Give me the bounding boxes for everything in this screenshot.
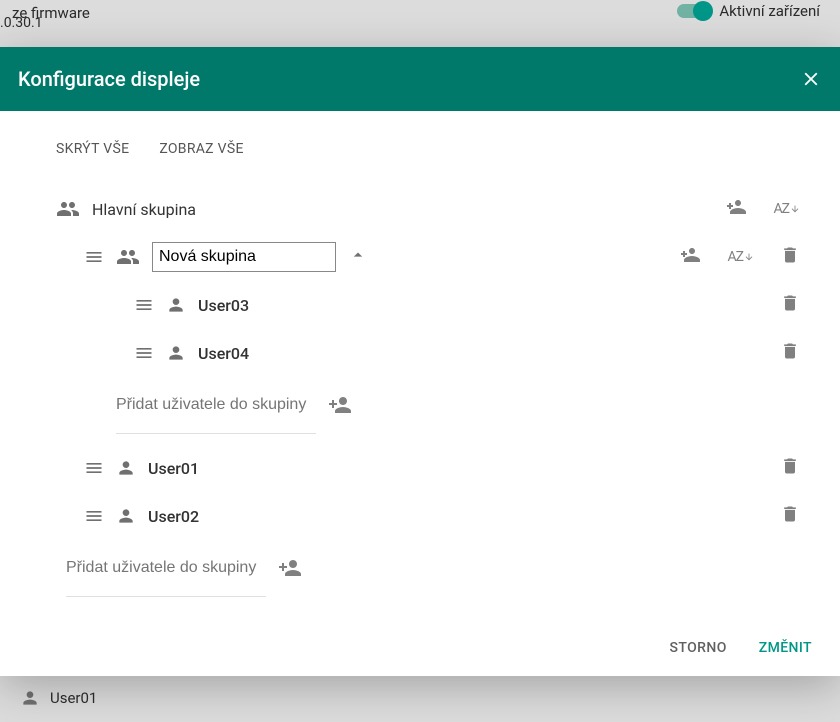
modal-body: SKRÝT VŠE ZOBRAZ VŠE Hlavní skupina AZ <box>0 111 840 620</box>
user-name: User02 <box>148 507 199 526</box>
modal-footer: STORNO ZMĚNIT <box>0 620 840 676</box>
add-subgroup-icon[interactable] <box>677 243 701 271</box>
hide-all-button[interactable]: SKRÝT VŠE <box>56 141 129 157</box>
person-icon <box>20 688 40 708</box>
sort-az-icon[interactable]: AZ <box>773 201 800 217</box>
group-icon <box>116 245 140 269</box>
user-name: User03 <box>198 296 249 315</box>
firmware-version: .0.30.1 <box>0 15 43 31</box>
person-icon <box>116 458 136 478</box>
background-user-row[interactable]: User01 <box>0 674 840 722</box>
person-icon <box>166 343 186 363</box>
drag-handle-icon[interactable] <box>134 295 154 315</box>
sub-group-name-input[interactable] <box>152 242 336 272</box>
add-user-row <box>66 540 800 596</box>
person-icon <box>166 295 186 315</box>
list-item: User02 <box>56 492 800 540</box>
drag-handle-icon[interactable] <box>84 247 104 267</box>
group-icon <box>56 197 80 221</box>
confirm-button[interactable]: ZMĚNIT <box>759 640 812 656</box>
main-group-row: Hlavní skupina AZ <box>56 185 800 233</box>
show-all-button[interactable]: ZOBRAZ VŠE <box>159 141 243 157</box>
drag-handle-icon[interactable] <box>84 458 104 478</box>
close-icon[interactable] <box>800 68 822 90</box>
display-config-modal: Konfigurace displeje SKRÝT VŠE ZOBRAZ VŠ… <box>0 47 840 676</box>
add-user-input[interactable] <box>66 553 264 584</box>
delete-icon[interactable] <box>780 504 800 528</box>
active-device-toggle[interactable] <box>677 4 711 18</box>
user-name: User04 <box>198 344 249 363</box>
chevron-up-icon[interactable] <box>348 245 368 269</box>
delete-icon[interactable] <box>780 245 800 269</box>
delete-icon[interactable] <box>780 293 800 317</box>
person-add-icon[interactable] <box>328 393 352 417</box>
person-add-icon[interactable] <box>278 556 302 580</box>
delete-icon[interactable] <box>780 456 800 480</box>
delete-icon[interactable] <box>780 341 800 365</box>
active-device-label: Aktivní zařízení <box>719 2 820 20</box>
list-item: User03 <box>56 281 800 329</box>
add-user-row <box>116 377 800 433</box>
person-icon <box>116 506 136 526</box>
background-user-name: User01 <box>50 689 97 707</box>
modal-title: Konfigurace displeje <box>18 67 200 91</box>
cancel-button[interactable]: STORNO <box>670 640 727 656</box>
drag-handle-icon[interactable] <box>84 506 104 526</box>
sort-az-icon[interactable]: AZ <box>727 249 754 265</box>
user-name: User01 <box>148 459 199 478</box>
drag-handle-icon[interactable] <box>134 343 154 363</box>
add-user-input[interactable] <box>116 390 314 421</box>
add-group-icon[interactable] <box>723 195 747 223</box>
list-item: User04 <box>56 329 800 377</box>
modal-header: Konfigurace displeje <box>0 47 840 111</box>
list-item: User01 <box>56 444 800 492</box>
sub-group-row: AZ <box>56 233 800 281</box>
main-group-label: Hlavní skupina <box>92 200 196 219</box>
top-actions: SKRÝT VŠE ZOBRAZ VŠE <box>56 141 800 157</box>
